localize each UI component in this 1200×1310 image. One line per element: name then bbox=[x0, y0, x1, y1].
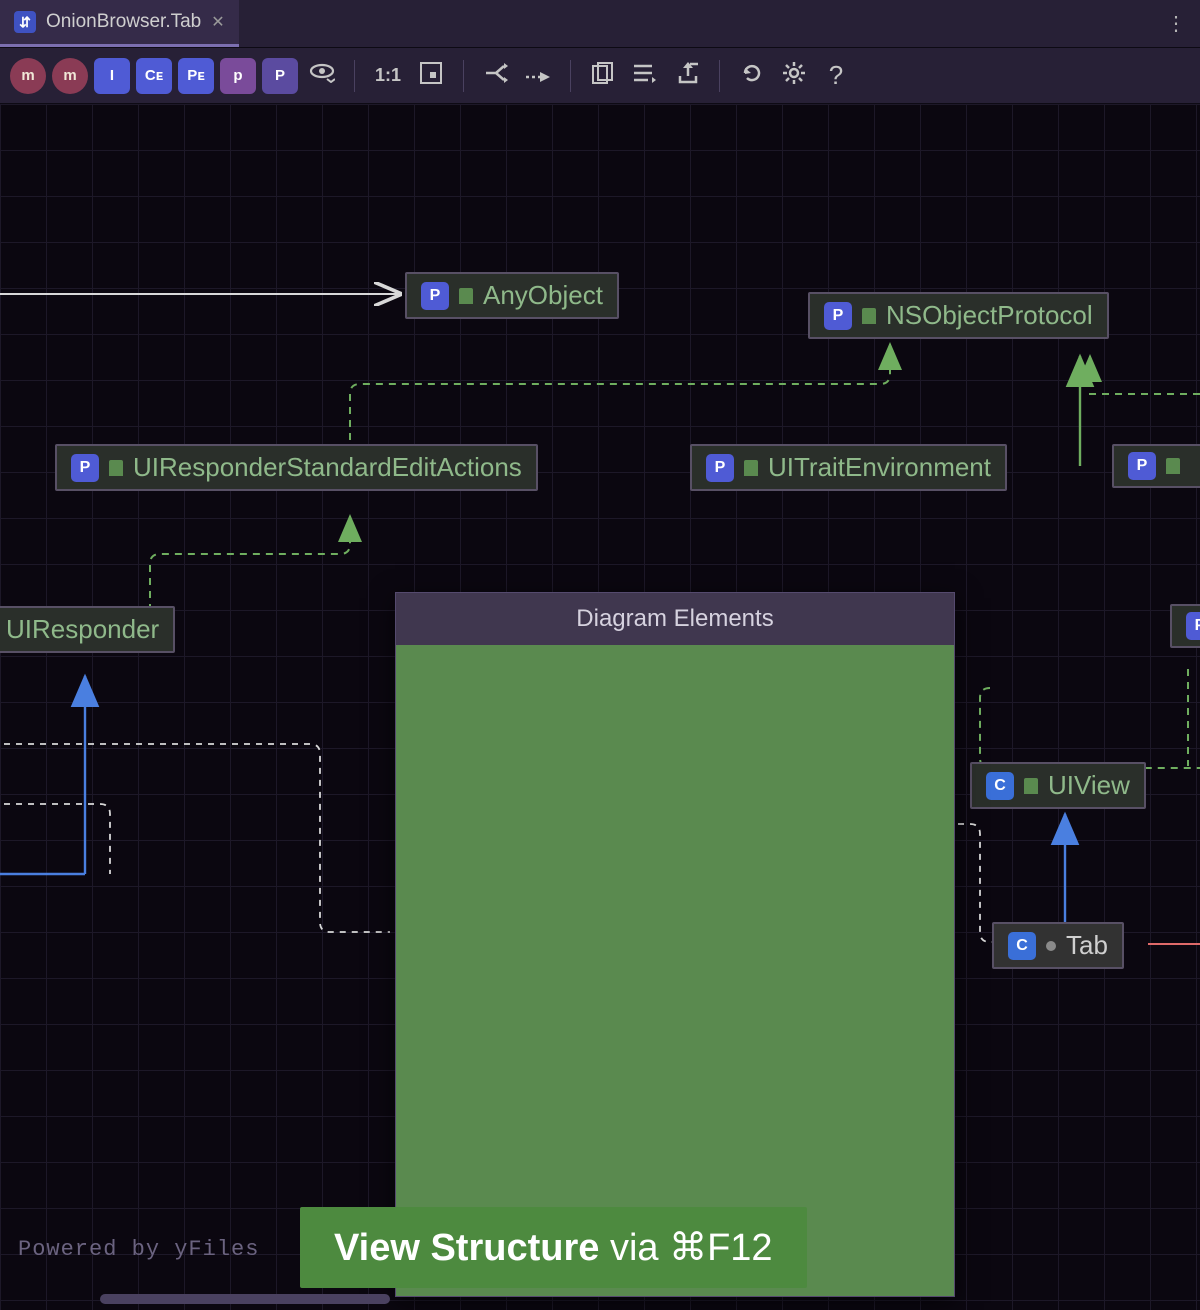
lock-icon bbox=[744, 460, 758, 476]
diagram-elements-popup: Diagram Elements PAnyObjectPCALayerDeleg… bbox=[395, 592, 955, 1297]
protocol-badge: P bbox=[71, 454, 99, 482]
toolbar-btn-pe[interactable]: Pᴇ bbox=[178, 58, 214, 94]
help-icon[interactable]: ? bbox=[818, 60, 854, 91]
node-uitraitenv[interactable]: P UITraitEnvironment bbox=[690, 444, 1007, 491]
lock-icon bbox=[862, 308, 876, 324]
hierarchy-icon: ⇵ bbox=[14, 11, 36, 33]
protocol-badge: P bbox=[706, 454, 734, 482]
node-label: Tab bbox=[1066, 930, 1108, 961]
toolbar: m m I Cᴇ Pᴇ p P 1:1 ? bbox=[0, 48, 1200, 104]
node-label: AnyObject bbox=[483, 280, 603, 311]
node-cutoff-1[interactable]: P bbox=[1112, 444, 1200, 488]
class-badge: C bbox=[986, 772, 1014, 800]
separator bbox=[570, 60, 571, 92]
popup-list[interactable]: PAnyObjectPCALayerDelegatePEquatablePHas… bbox=[396, 645, 954, 1296]
toolbar-btn-fav[interactable]: m bbox=[10, 58, 46, 94]
editor-tab[interactable]: ⇵ OnionBrowser.Tab ✕ bbox=[0, 0, 239, 47]
toolbar-btn-m[interactable]: m bbox=[52, 58, 88, 94]
copy-icon[interactable] bbox=[585, 62, 621, 90]
protocol-badge: P bbox=[824, 302, 852, 330]
view-structure-banner: View Structure via ⌘F12 bbox=[300, 1207, 807, 1288]
tab-bar: ⇵ OnionBrowser.Tab ✕ ⋮ bbox=[0, 0, 1200, 48]
node-cutoff-2[interactable]: P bbox=[1170, 604, 1200, 648]
separator bbox=[463, 60, 464, 92]
arrow-dash-icon[interactable] bbox=[520, 63, 556, 89]
separator bbox=[719, 60, 720, 92]
lock-icon bbox=[459, 288, 473, 304]
close-icon[interactable]: ✕ bbox=[211, 12, 224, 32]
toolbar-btn-i[interactable]: I bbox=[94, 58, 130, 94]
visibility-icon[interactable] bbox=[304, 63, 340, 89]
node-label: UIView bbox=[1048, 770, 1130, 801]
tab-title: OnionBrowser.Tab bbox=[46, 11, 201, 33]
protocol-badge: P bbox=[421, 282, 449, 310]
node-anyobject[interactable]: P AnyObject bbox=[405, 272, 619, 319]
node-label: NSObjectProtocol bbox=[886, 300, 1093, 331]
gear-icon[interactable] bbox=[776, 62, 812, 90]
lock-icon bbox=[1024, 778, 1038, 794]
node-nsobjectprotocol[interactable]: P NSObjectProtocol bbox=[808, 292, 1109, 339]
powered-by-label: Powered by yFiles bbox=[18, 1237, 259, 1262]
diagram-canvas[interactable]: P AnyObject P NSObjectProtocol P UIRespo… bbox=[0, 104, 1200, 1310]
horizontal-scrollbar[interactable] bbox=[100, 1294, 390, 1304]
node-label: UIResponder bbox=[6, 614, 159, 645]
node-uiresponderstd[interactable]: P UIResponderStandardEditActions bbox=[55, 444, 538, 491]
separator bbox=[354, 60, 355, 92]
refresh-icon[interactable] bbox=[734, 62, 770, 90]
toolbar-btn-p3[interactable]: P bbox=[262, 58, 298, 94]
dot-icon bbox=[1046, 941, 1056, 951]
popup-title: Diagram Elements bbox=[396, 593, 954, 645]
banner-bold: View Structure bbox=[334, 1227, 599, 1269]
class-badge: C bbox=[1008, 932, 1036, 960]
node-label: UITraitEnvironment bbox=[768, 452, 991, 483]
zoom-1to1-button[interactable]: 1:1 bbox=[369, 65, 407, 86]
node-uiresponder[interactable]: UIResponder bbox=[0, 606, 175, 653]
protocol-badge: P bbox=[1128, 452, 1156, 480]
banner-rest: via ⌘F12 bbox=[599, 1227, 772, 1269]
toolbar-btn-c[interactable]: Cᴇ bbox=[136, 58, 172, 94]
tab-overflow-button[interactable]: ⋮ bbox=[1152, 0, 1200, 47]
toolbar-btn-p2[interactable]: p bbox=[220, 58, 256, 94]
branch-icon[interactable] bbox=[478, 62, 514, 90]
fit-content-icon[interactable] bbox=[413, 62, 449, 90]
node-tab[interactable]: C Tab bbox=[992, 922, 1124, 969]
lock-icon bbox=[109, 460, 123, 476]
node-label: UIResponderStandardEditActions bbox=[133, 452, 522, 483]
lock-icon bbox=[1166, 458, 1180, 474]
protocol-badge: P bbox=[1186, 612, 1200, 640]
list-icon[interactable] bbox=[627, 63, 663, 89]
node-uiview[interactable]: C UIView bbox=[970, 762, 1146, 809]
export-icon[interactable] bbox=[669, 62, 705, 90]
